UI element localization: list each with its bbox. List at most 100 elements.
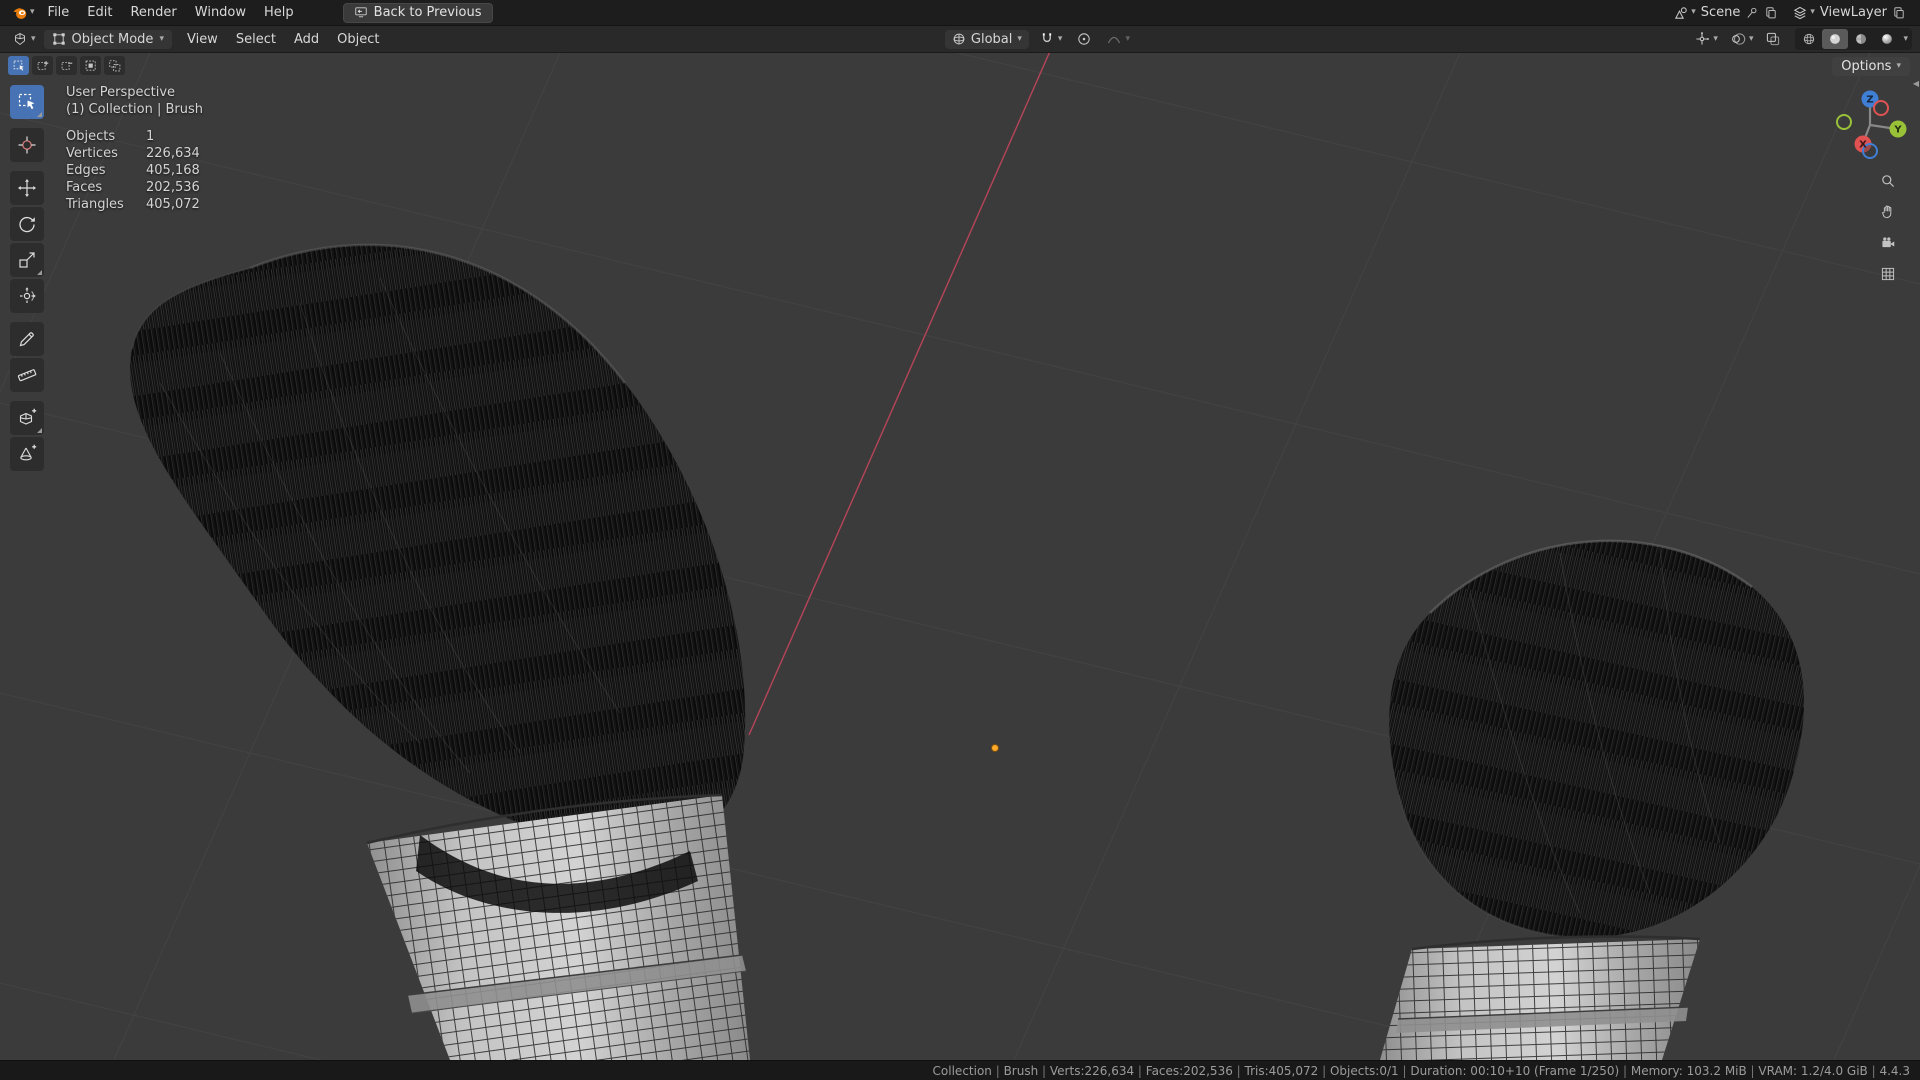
shading-mode-group: ▾ xyxy=(1795,28,1912,50)
cursor-3d-icon xyxy=(18,136,36,154)
tool-add-cube-button[interactable] xyxy=(10,401,44,435)
scene-statistics: Objects 1 Vertices 226,634 Edges 405,168 Fa… xyxy=(66,128,203,213)
global-orientation-icon xyxy=(953,33,965,45)
camera-view-button[interactable] xyxy=(1876,231,1900,255)
toolbar xyxy=(10,85,46,471)
tool-cursor-button[interactable] xyxy=(10,128,44,162)
show-overlays-button[interactable]: ▾ xyxy=(1726,29,1758,49)
view-perspective-label: User Perspective xyxy=(66,85,176,100)
select-mode-invert-button[interactable] xyxy=(80,56,101,75)
object-origin-dot[interactable] xyxy=(991,744,999,752)
menu-object[interactable]: Object xyxy=(328,29,388,50)
viewport-header-center: Global ▾ ▾ ▾ xyxy=(944,29,1134,49)
shading-solid-button[interactable] xyxy=(1822,29,1849,49)
menu-view[interactable]: View xyxy=(178,29,227,50)
axis-line-x xyxy=(748,53,1051,736)
editor-type-button[interactable]: ▾ xyxy=(8,29,40,49)
status-vram: VRAM: 1.2/4.0 GiB xyxy=(1758,1063,1868,1078)
navigation-gizmo[interactable]: Z Y X xyxy=(1832,85,1908,161)
gizmo-axis-neg-y-ball[interactable] xyxy=(1836,114,1852,130)
menu-select[interactable]: Select xyxy=(227,29,285,50)
viewport-header-right: ▾ ▾ ▾ xyxy=(1690,28,1912,50)
select-mode-set-button[interactable] xyxy=(8,56,29,75)
viewlayer-icon xyxy=(1794,6,1807,19)
back-to-previous-button[interactable]: Back to Previous xyxy=(342,2,493,23)
scale-icon xyxy=(19,252,35,268)
orientation-label: Global xyxy=(970,31,1013,47)
stat-label: Edges xyxy=(66,163,106,178)
select-mode-intersect-button[interactable] xyxy=(104,56,125,75)
mode-dropdown[interactable]: Object Mode ▾ xyxy=(43,29,172,49)
chevron-down-icon: ▾ xyxy=(1017,33,1022,44)
shading-rendered-button[interactable] xyxy=(1874,29,1900,49)
menu-help[interactable]: Help xyxy=(255,2,303,23)
menu-file[interactable]: File xyxy=(39,2,79,23)
tool-rotate-button[interactable] xyxy=(10,207,44,241)
snap-toggle-button[interactable]: ▾ xyxy=(1035,29,1067,49)
xray-icon xyxy=(1767,32,1780,46)
tool-select-box-button[interactable] xyxy=(10,85,44,119)
select-box-icon xyxy=(18,93,35,110)
zoom-view-button[interactable] xyxy=(1876,169,1900,193)
toggle-xray-button[interactable] xyxy=(1761,29,1785,49)
status-version: 4.4.3 xyxy=(1879,1063,1910,1078)
stat-label: Vertices xyxy=(66,146,118,161)
chevron-down-icon: ▾ xyxy=(1748,33,1754,44)
show-gizmo-button[interactable]: ▾ xyxy=(1690,29,1722,49)
chevron-down-icon: ▾ xyxy=(1057,33,1063,44)
transform-icon xyxy=(20,287,36,303)
solid-sphere-icon xyxy=(1830,34,1841,44)
stat-label: Faces xyxy=(66,180,103,195)
status-faces: Faces:202,536 xyxy=(1145,1063,1233,1078)
scene-name[interactable]: Scene xyxy=(1701,5,1741,20)
chevron-down-icon: ▾ xyxy=(159,33,164,44)
back-to-previous-label: Back to Previous xyxy=(373,4,482,20)
statusbar: Collection | Brush | Verts:226,634 | Fac… xyxy=(0,1060,1920,1080)
pin-icon[interactable] xyxy=(1745,6,1759,20)
tool-move-button[interactable] xyxy=(10,171,44,205)
tool-measure-button[interactable] xyxy=(10,358,44,392)
shading-wireframe-button[interactable] xyxy=(1796,29,1822,49)
gizmo-y-label: Y xyxy=(1893,125,1902,136)
options-button[interactable]: Options ▾ xyxy=(1832,57,1910,76)
proportional-editing-button[interactable] xyxy=(1072,29,1096,49)
menu-add[interactable]: Add xyxy=(285,29,328,50)
tool-add-cone-button[interactable] xyxy=(10,437,44,471)
chevron-down-icon: ▾ xyxy=(31,33,36,44)
magnifier-icon xyxy=(1882,175,1895,188)
new-scene-icon[interactable] xyxy=(1764,6,1778,20)
magnet-icon xyxy=(1042,33,1052,42)
pan-view-button[interactable] xyxy=(1876,200,1900,224)
viewport-side-controls xyxy=(1876,169,1900,286)
viewport-info-overlay: User Perspective (1) Collection | Brush … xyxy=(66,84,203,213)
add-cone-icon xyxy=(20,444,37,461)
proportional-falloff-button[interactable]: ▾ xyxy=(1102,29,1134,49)
viewlayer-browse-button[interactable]: ▾ xyxy=(1792,5,1815,21)
tool-scale-button[interactable] xyxy=(10,243,44,277)
chevron-down-icon: ▾ xyxy=(1125,33,1130,44)
new-viewlayer-icon[interactable] xyxy=(1892,6,1906,20)
menu-edit[interactable]: Edit xyxy=(78,2,121,23)
scene-browse-button[interactable]: ▾ xyxy=(1673,5,1696,21)
menu-window[interactable]: Window xyxy=(186,2,255,23)
gizmo-axis-neg-x-ball[interactable] xyxy=(1873,100,1889,116)
tool-annotate-button[interactable] xyxy=(10,322,44,356)
brush-left xyxy=(130,243,750,1060)
toggle-ortho-button[interactable] xyxy=(1876,262,1900,286)
context-path-label: (1) Collection | Brush xyxy=(66,102,204,117)
transform-orientation-dropdown[interactable]: Global ▾ xyxy=(944,29,1029,49)
viewlayer-name[interactable]: ViewLayer xyxy=(1820,5,1887,20)
select-mode-subtract-button[interactable] xyxy=(56,56,77,75)
menu-render[interactable]: Render xyxy=(121,2,185,23)
blender-menu-button[interactable]: ▾ xyxy=(8,5,39,21)
shading-material-button[interactable] xyxy=(1848,29,1874,49)
sidebar-collapse-arrow[interactable]: ◀ xyxy=(1913,79,1919,88)
tool-transform-button[interactable] xyxy=(10,279,44,313)
rendered-sphere-icon xyxy=(1882,34,1893,44)
viewport-canvas[interactable] xyxy=(0,53,1920,1060)
gizmo-z-label: Z xyxy=(1866,95,1873,106)
viewlayer-selector: ▾ ViewLayer xyxy=(1786,5,1912,21)
chevron-down-icon: ▾ xyxy=(1903,33,1908,44)
stat-value: 405,072 xyxy=(146,197,200,212)
select-mode-extend-button[interactable] xyxy=(32,56,53,75)
